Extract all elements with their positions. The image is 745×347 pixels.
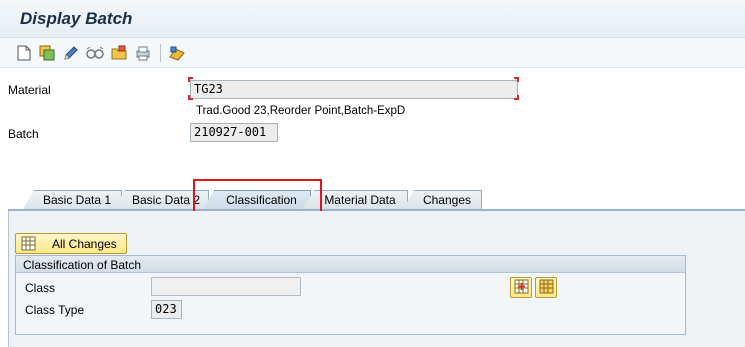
edit-pencil-icon[interactable] (62, 44, 80, 62)
toolbar-separator (160, 44, 161, 62)
required-marker (514, 77, 519, 82)
tab-changes[interactable]: Changes (402, 190, 482, 211)
tab-basic-data-1[interactable]: Basic Data 1 (22, 190, 122, 211)
required-marker (188, 77, 193, 82)
group-header: Classification of Batch (16, 256, 685, 273)
table-grid-icon (21, 236, 36, 251)
group-title: Classification of Batch (23, 258, 142, 272)
folder-icon[interactable] (110, 44, 128, 62)
settings-icon[interactable] (168, 44, 186, 62)
material-label: Material (8, 83, 51, 97)
material-description: Trad.Good 23,Reorder Point,Batch-ExpD (196, 105, 406, 117)
print-icon[interactable] (134, 44, 152, 62)
class-label: Class (25, 281, 56, 295)
other-object-icon[interactable] (38, 44, 56, 62)
all-changes-label: All Changes (52, 237, 117, 251)
batch-field[interactable]: 210927-001 (190, 123, 278, 142)
class-type-field[interactable]: 023 (151, 300, 182, 319)
insert-row-button[interactable] (510, 277, 532, 298)
class-field[interactable] (151, 277, 301, 296)
classification-group: Classification of Batch (15, 255, 686, 335)
required-marker (188, 95, 193, 100)
all-changes-button[interactable]: All Changes (15, 233, 127, 254)
table-view-button[interactable] (535, 277, 557, 298)
material-field[interactable]: TG23 (190, 80, 518, 99)
display-change-glasses-icon[interactable] (86, 44, 104, 62)
new-document-icon[interactable] (15, 44, 33, 62)
title-bar: Display Batch (0, 0, 745, 38)
class-type-label: Class Type (25, 303, 85, 317)
application-toolbar (0, 38, 745, 68)
table-grid-icon (539, 279, 554, 297)
batch-label: Batch (8, 127, 39, 141)
page-title: Display Batch (20, 9, 133, 28)
required-marker (514, 95, 519, 100)
table-insert-icon (514, 279, 529, 297)
